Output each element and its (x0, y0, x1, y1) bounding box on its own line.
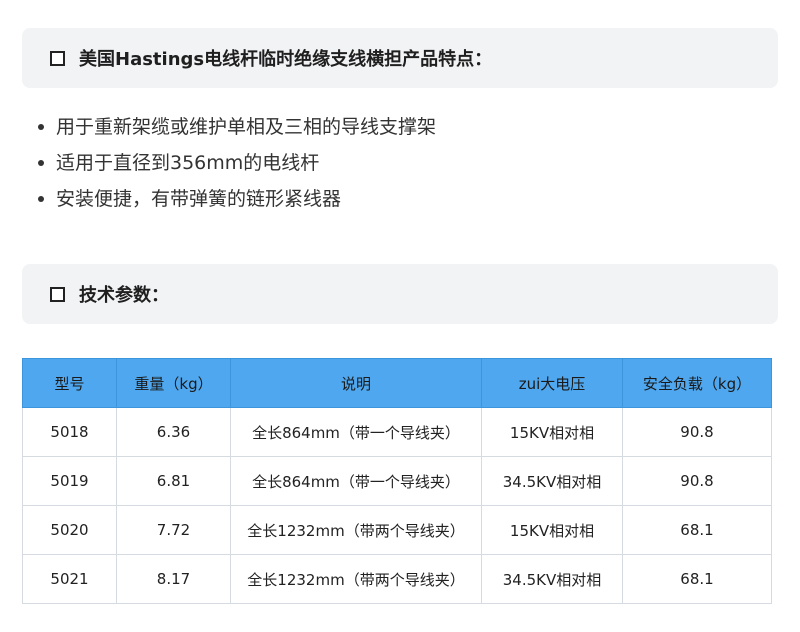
feature-list: 用于重新架缆或维护单相及三相的导线支撑架 适用于直径到356mm的电线杆 安装便… (36, 112, 436, 220)
cell-safe-load: 90.8 (622, 407, 772, 457)
cell-safe-load: 68.1 (622, 505, 772, 555)
cell-weight: 7.72 (116, 505, 231, 555)
cell-max-voltage: 15KV相对相 (481, 505, 623, 555)
bullet-icon (38, 124, 44, 130)
cell-model: 5018 (22, 407, 117, 457)
table-row: 5019 6.81 全长864mm（带一个导线夹） 34.5KV相对相 90.8 (22, 456, 772, 506)
table-row: 5020 7.72 全长1232mm（带两个导线夹） 15KV相对相 68.1 (22, 505, 772, 555)
cell-description: 全长1232mm（带两个导线夹） (230, 505, 482, 555)
feature-list-item: 适用于直径到356mm的电线杆 (36, 148, 436, 184)
bullet-icon (38, 196, 44, 202)
header-weight: 重量（kg） (116, 358, 231, 408)
cell-model: 5019 (22, 456, 117, 506)
bullet-icon (38, 160, 44, 166)
cell-safe-load: 68.1 (622, 554, 772, 604)
feature-text: 用于重新架缆或维护单相及三相的导线支撑架 (56, 116, 437, 138)
feature-text: 安装便捷，有带弹簧的链形紧线器 (56, 188, 342, 210)
table-row: 5021 8.17 全长1232mm（带两个导线夹） 34.5KV相对相 68.… (22, 554, 772, 604)
feature-list-item: 用于重新架缆或维护单相及三相的导线支撑架 (36, 112, 436, 148)
cell-description: 全长864mm（带一个导线夹） (230, 407, 482, 457)
cell-max-voltage: 15KV相对相 (481, 407, 623, 457)
cell-model: 5021 (22, 554, 117, 604)
cell-weight: 8.17 (116, 554, 231, 604)
checkbox-square-icon (50, 50, 65, 66)
header-safe-load: 安全负载（kg） (622, 358, 772, 408)
cell-description: 全长1232mm（带两个导线夹） (230, 554, 482, 604)
feature-text: 适用于直径到356mm的电线杆 (56, 152, 320, 174)
header-max-voltage: zui大电压 (481, 358, 623, 408)
cell-max-voltage: 34.5KV相对相 (481, 554, 623, 604)
specs-section-title: 技术参数： (79, 285, 169, 306)
header-model: 型号 (22, 358, 117, 408)
table-row: 5018 6.36 全长864mm（带一个导线夹） 15KV相对相 90.8 (22, 407, 772, 457)
table-header-row: 型号 重量（kg） 说明 zui大电压 安全负载（kg） (22, 358, 772, 408)
cell-weight: 6.36 (116, 407, 231, 457)
cell-safe-load: 90.8 (622, 456, 772, 506)
spec-table: 型号 重量（kg） 说明 zui大电压 安全负载（kg） 5018 6.36 全… (22, 358, 772, 604)
checkbox-square-icon (50, 286, 65, 302)
features-section-title: 美国Hastings电线杆临时绝缘支线横担产品特点： (79, 49, 493, 70)
cell-model: 5020 (22, 505, 117, 555)
specs-section-header: 技术参数： (22, 264, 778, 324)
cell-description: 全长864mm（带一个导线夹） (230, 456, 482, 506)
cell-max-voltage: 34.5KV相对相 (481, 456, 623, 506)
cell-weight: 6.81 (116, 456, 231, 506)
feature-list-item: 安装便捷，有带弹簧的链形紧线器 (36, 184, 436, 220)
features-section-header: 美国Hastings电线杆临时绝缘支线横担产品特点： (22, 28, 778, 88)
header-description: 说明 (230, 358, 482, 408)
